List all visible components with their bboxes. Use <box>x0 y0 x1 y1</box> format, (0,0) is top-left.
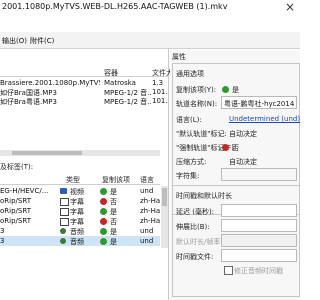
delay-input[interactable] <box>221 204 297 217</box>
track-type: 音频 <box>70 238 84 246</box>
timestamp-file-label: 时间戳文件: <box>176 253 214 261</box>
menu-attachments[interactable]: 附件(C) <box>30 36 54 46</box>
audio-icon <box>60 238 66 244</box>
tracks-label: 及标签(T): <box>0 163 34 171</box>
files-scrollbar-thumb[interactable] <box>12 151 82 155</box>
default-duration-select[interactable] <box>221 234 297 247</box>
check-icon[interactable] <box>100 208 107 215</box>
pane-divider[interactable] <box>168 48 169 300</box>
window-title: 2001.1080p.MyTVS.WEB-DL.H265.AAC-TAGWEB … <box>2 2 228 11</box>
encoding-label: 字符集: <box>176 172 200 180</box>
compression-value[interactable]: 自动决定 <box>229 157 257 167</box>
timing-title: 时间戳和默认时长 <box>176 192 232 200</box>
subtitle-icon <box>60 208 69 216</box>
file-row-name[interactable]: Brassiere.2001.1080p.MyTVS.WEB- <box>0 79 100 87</box>
default-duration-label: 默认时长/帧率: <box>176 238 223 246</box>
stretch-input[interactable] <box>221 219 297 232</box>
copy-status-icon <box>222 86 229 93</box>
track-language: zh-Hant <box>140 207 160 215</box>
subtitle-icon <box>60 218 69 226</box>
properties-title: 属性 <box>172 53 186 61</box>
cross-icon[interactable] <box>100 218 107 225</box>
file-row-size[interactable]: 101.3 <box>152 97 168 105</box>
files-header-separator <box>0 76 168 77</box>
track-codec: 3 <box>0 227 5 235</box>
tracks-scrollbar-thumb[interactable] <box>162 188 167 206</box>
forced-status-icon <box>222 144 229 151</box>
file-row-container[interactable]: Matroska <box>104 79 152 87</box>
check-icon[interactable] <box>100 228 107 235</box>
copy-item-label: 复制该项(Y): <box>176 86 217 94</box>
tracks-list: EG-H/HEVC/...视频是undoRip/SRT字幕否zh-HansoRi… <box>0 186 160 248</box>
copy-item-value[interactable]: 是 <box>232 85 239 95</box>
track-name-label: 轨道名称(N): <box>176 100 218 108</box>
video-icon <box>60 188 67 194</box>
delay-label: 延迟 (毫秒): <box>176 208 215 216</box>
track-language: und <box>140 237 154 245</box>
audio-icon <box>60 228 66 234</box>
file-row-name[interactable]: 如仔Bra粤语.MP3 <box>0 97 100 107</box>
track-codec: oRip/SRT <box>0 197 31 205</box>
track-row[interactable]: oRip/SRT字幕否zh-Hans <box>0 216 160 226</box>
track-row[interactable]: 3 音频是 und <box>0 226 160 236</box>
encoding-select[interactable] <box>221 168 297 181</box>
track-codec: 3 <box>0 237 5 245</box>
track-name-input[interactable]: 粤语-鹏粤社-hyc2014 <box>221 96 297 109</box>
track-row[interactable]: EG-H/HEVC/... 视频是 und <box>0 186 160 196</box>
tracks-header-separator <box>0 184 160 185</box>
stretch-label: 伸展比(B): <box>176 223 210 231</box>
track-codec: EG-H/HEVC/... <box>0 187 49 195</box>
file-row-container[interactable]: MPEG-1/2 音... <box>104 97 152 107</box>
language-link[interactable]: Undetermined (und) <box>229 115 300 123</box>
file-row-size[interactable]: 101.3 <box>152 88 168 96</box>
track-language: zh-Hans <box>140 197 160 205</box>
timestamp-file-input[interactable] <box>221 249 297 262</box>
track-language: zh-Hans <box>140 217 160 225</box>
track-name-text: 粤语-鹏粤社-hyc2014 <box>224 100 294 108</box>
cross-icon[interactable] <box>100 198 107 205</box>
track-language: und <box>140 227 154 235</box>
track-codec: oRip/SRT <box>0 207 31 215</box>
track-row[interactable]: oRip/SRT字幕否zh-Hans <box>0 196 160 206</box>
menu-output[interactable]: 输出(O) <box>2 36 27 46</box>
language-label: 语言(L): <box>176 116 202 124</box>
check-icon[interactable] <box>100 238 107 245</box>
check-icon[interactable] <box>100 188 107 195</box>
track-row[interactable]: oRip/SRT字幕是zh-Hant <box>0 206 160 216</box>
track-language: und <box>140 187 154 195</box>
track-row[interactable]: 3 音频 是 und <box>0 236 160 246</box>
forced-track-value[interactable]: 否 <box>232 143 239 153</box>
track-codec: oRip/SRT <box>0 217 31 225</box>
default-track-label: "默认轨道"标记: <box>176 130 227 138</box>
file-row-size[interactable]: 1.3 <box>152 79 168 87</box>
general-options-title: 通用选项 <box>176 70 204 78</box>
fix-bitstream-checkbox[interactable] <box>224 266 233 275</box>
fix-bitstream-label: 修正音频时间戳 <box>234 267 283 275</box>
subtitle-icon <box>60 198 69 206</box>
close-icon[interactable]: × <box>280 0 300 14</box>
compression-label: 压缩方式: <box>176 158 207 166</box>
track-copy[interactable]: 是 <box>110 237 128 247</box>
default-track-value[interactable]: 自动决定 <box>229 129 257 139</box>
